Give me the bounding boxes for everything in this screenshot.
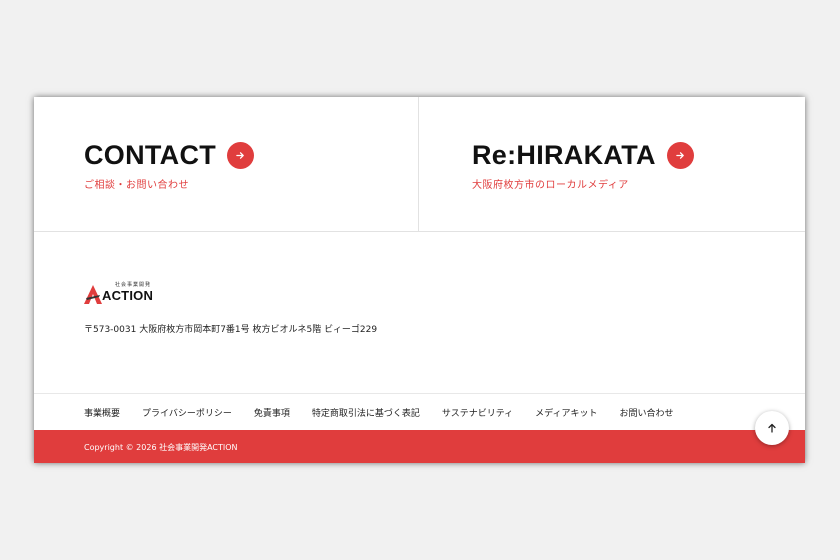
logo-mark-icon: [84, 285, 102, 304]
logo-name: ACTION: [102, 288, 154, 303]
contact-subtitle: ご相談・お問い合わせ: [84, 180, 189, 191]
rehirakata-subtitle: 大阪府枚方市のローカルメディア: [472, 180, 629, 191]
footer-link-sustainability[interactable]: サステナビリティ: [442, 406, 513, 419]
back-to-top-button[interactable]: [755, 411, 789, 445]
contact-title: CONTACT: [84, 140, 217, 170]
arrow-up-icon: [768, 423, 776, 433]
contact-heading: CONTACT: [84, 139, 255, 171]
rehirakata-title: Re:HIRAKATA: [472, 140, 656, 170]
company-address: 〒573-0031 大阪府枚方市岡本町7番1号 枚方ビオルネ5階 ビィーゴ229: [84, 325, 378, 335]
footer-link-about[interactable]: 事業概要: [84, 406, 120, 419]
footer-panel: CONTACT ご相談・お問い合わせ Re:HIRAKATA 大阪府枚方市のロー…: [34, 97, 805, 463]
rehirakata-heading: Re:HIRAKATA: [472, 139, 694, 171]
footer-link-disclaimer[interactable]: 免責事項: [254, 406, 290, 419]
footer-nav: 事業概要 プライバシーポリシー 免責事項 特定商取引法に基づく表記 サステナビリ…: [34, 393, 805, 431]
footer-link-contact[interactable]: お問い合わせ: [620, 406, 674, 419]
arrow-right-icon[interactable]: [227, 141, 255, 169]
logo-tagline: 社会事業開発: [115, 282, 152, 288]
contact-link[interactable]: CONTACT ご相談・お問い合わせ: [34, 97, 418, 231]
footer-link-media-kit[interactable]: メディアキット: [535, 406, 597, 419]
footer-link-commerce-law[interactable]: 特定商取引法に基づく表記: [312, 406, 420, 419]
copyright-bar: Copyright © 2026 社会事業開発ACTION: [34, 430, 805, 463]
cta-row: CONTACT ご相談・お問い合わせ Re:HIRAKATA 大阪府枚方市のロー…: [34, 97, 805, 232]
copyright-text: Copyright © 2026 社会事業開発ACTION: [84, 443, 238, 452]
arrow-right-icon[interactable]: [666, 141, 694, 169]
rehirakata-link[interactable]: Re:HIRAKATA 大阪府枚方市のローカルメディア: [419, 97, 805, 231]
action-logo[interactable]: 社会事業開発 ACTION: [84, 281, 194, 305]
footer-link-privacy[interactable]: プライバシーポリシー: [142, 406, 232, 419]
